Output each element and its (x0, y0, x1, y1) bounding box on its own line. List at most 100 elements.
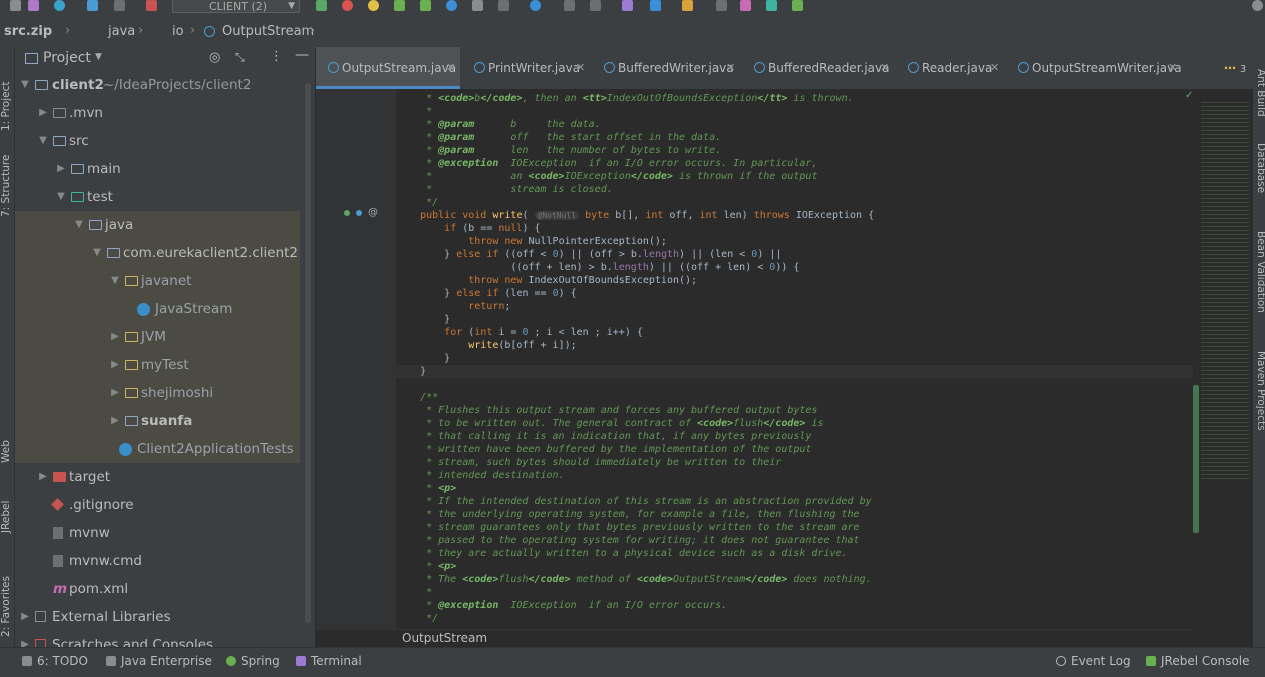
code-line[interactable]: * stream, such bytes should immediately … (396, 456, 781, 469)
tree-item-external-libraries[interactable]: ▶ External Libraries (15, 603, 300, 631)
run-configuration-select[interactable]: CLIENT (2) ▼ (172, 0, 300, 13)
attach-icon[interactable] (472, 0, 483, 11)
tasks-icon[interactable] (716, 0, 727, 11)
editor-minimap[interactable] (1193, 89, 1253, 629)
code-line[interactable]: * @exception IOException if an I/O error… (396, 157, 817, 170)
code-line[interactable]: * stream is closed. (396, 183, 613, 196)
close-icon[interactable]: ✕ (880, 47, 889, 89)
code-line[interactable]: * @exception IOException if an I/O error… (396, 599, 727, 612)
update-icon[interactable] (530, 0, 541, 11)
tool-window-database[interactable]: Database (1253, 143, 1265, 213)
tab-printwriter[interactable]: PrintWriter.java ✕ (462, 47, 590, 89)
code-line[interactable]: for (int i = 0 ; i < len ; i++) { (396, 326, 643, 339)
jrebel-icon[interactable] (792, 0, 803, 11)
tree-item-javastream[interactable]: JavaStream (15, 295, 300, 323)
project-structure-icon[interactable] (650, 0, 661, 11)
annotation-icon[interactable]: @ (368, 207, 378, 218)
code-line[interactable]: * <p> (396, 482, 456, 495)
tree-item-client2[interactable]: ▼ client2 ~/IdeaProjects/client2 (15, 71, 300, 99)
code-line[interactable]: * intended destination. (396, 469, 564, 482)
inspection-ok-icon[interactable]: ✓ (1185, 90, 1193, 101)
database-icon[interactable] (766, 0, 777, 11)
coverage-icon[interactable] (368, 0, 379, 11)
tree-item-test[interactable]: ▼ test (15, 183, 300, 211)
tree-item-mvnw-cmd[interactable]: mvnw.cmd (15, 547, 300, 575)
breadcrumb-src-zip[interactable]: src.zip (4, 24, 52, 39)
tool-window-jrebel[interactable]: JRebel (0, 483, 14, 533)
vcs-push-icon[interactable] (564, 0, 575, 11)
tree-item-suanfa[interactable]: ▶ suanfa (15, 407, 300, 435)
code-line[interactable]: * (396, 586, 432, 599)
tab-reader[interactable]: Reader.java ✕ (896, 47, 1004, 89)
open-icon[interactable] (10, 0, 21, 11)
tool-window-todo[interactable]: 6: TODO (22, 654, 88, 668)
tree-item-gitignore[interactable]: .gitignore (15, 491, 300, 519)
code-line[interactable]: } else if ((off < 0) || (off > b.length)… (396, 248, 781, 261)
code-line[interactable]: * written have been buffered by the impl… (396, 443, 811, 456)
chevron-down-icon[interactable]: ▼ (95, 52, 102, 62)
stop-icon[interactable] (498, 0, 509, 11)
tree-item-mvnw[interactable]: mvnw (15, 519, 300, 547)
tool-window-web[interactable]: Web (0, 423, 14, 463)
tree-item-shejimoshi[interactable]: ▶ shejimoshi (15, 379, 300, 407)
tree-item-src[interactable]: ▼ src (15, 127, 300, 155)
code-line[interactable]: * @param len the number of bytes to writ… (396, 144, 721, 157)
code-line[interactable]: if (b == null) { (396, 222, 540, 235)
debug-icon[interactable] (342, 0, 353, 11)
code-line[interactable]: * <code>b</code>, then an <tt>IndexOutOf… (396, 92, 854, 105)
locate-target-icon[interactable]: ◎ (209, 50, 220, 65)
tool-window-spring[interactable]: Spring (226, 654, 280, 668)
code-line[interactable]: /** (396, 391, 438, 404)
jrebel-debug-icon[interactable] (420, 0, 431, 11)
hide-panel-icon[interactable]: — (295, 47, 309, 63)
tabs-overflow-button[interactable]: ⋯ 3 (1224, 47, 1254, 89)
tree-item-java[interactable]: ▼ java (15, 211, 300, 239)
code-line[interactable]: * the underlying operating system, for e… (396, 508, 860, 521)
tab-bufferedreader[interactable]: BufferedReader.java ✕ (742, 47, 894, 89)
tree-item-jvm[interactable]: ▶ JVM (15, 323, 300, 351)
code-line[interactable]: throw new IndexOutOfBoundsException(); (396, 274, 697, 287)
close-icon[interactable]: ✕ (726, 47, 735, 89)
profile-icon[interactable] (446, 0, 457, 11)
close-icon[interactable]: ✕ (446, 47, 455, 89)
overridden-method-icon[interactable] (356, 210, 362, 216)
project-scrollbar[interactable] (305, 83, 311, 623)
back-icon[interactable] (87, 0, 98, 11)
tool-window-bean-validation[interactable]: Bean Validation (1253, 231, 1265, 341)
code-line[interactable]: * an <code>IOException</code> is thrown … (396, 170, 817, 183)
code-line[interactable]: */ (396, 196, 438, 209)
tree-item-mvn[interactable]: ▶ .mvn (15, 99, 300, 127)
tree-item-package[interactable]: ▼ com.eurekaclient2.client2 (15, 239, 300, 267)
code-line[interactable]: } (396, 352, 450, 365)
code-line[interactable]: * that calling it is an indication that,… (396, 430, 811, 443)
tool-window-ant-build[interactable]: Ant Build (1253, 69, 1265, 129)
code-line[interactable]: * <p> (396, 560, 456, 573)
sync-icon[interactable] (54, 0, 65, 11)
code-line[interactable]: write(b[off + i]); (396, 339, 576, 352)
tab-bufferedwriter[interactable]: BufferedWriter.java ✕ (592, 47, 740, 89)
tool-window-structure[interactable]: 7: Structure (0, 137, 14, 217)
build-hammer-icon[interactable] (146, 0, 157, 11)
code-line[interactable]: } (396, 365, 426, 378)
editor-breadcrumb-class[interactable]: OutputStream (402, 631, 487, 645)
code-line[interactable]: * If the intended destination of this st… (396, 495, 872, 508)
jrebel-run-icon[interactable] (394, 0, 405, 11)
save-icon[interactable] (28, 0, 39, 11)
options-menu-icon[interactable]: ⋮ (270, 49, 283, 64)
code-line[interactable]: public void write( @NotNull byte b[], in… (396, 209, 874, 222)
close-icon[interactable]: ✕ (576, 47, 585, 89)
tree-item-target[interactable]: ▶ target (15, 463, 300, 491)
code-line[interactable]: * @param b the data. (396, 118, 601, 131)
run-icon[interactable] (316, 0, 327, 11)
code-line[interactable]: */ (396, 612, 438, 625)
breadcrumb-io[interactable]: io (172, 24, 184, 39)
collapse-all-icon[interactable]: ⤡ (235, 50, 245, 65)
code-line[interactable]: * stream guarantees only that bytes prev… (396, 521, 860, 534)
sdk-icon[interactable] (682, 0, 693, 11)
code-editor[interactable]: * <code>b</code>, then an <tt>IndexOutOf… (396, 89, 1193, 629)
code-line[interactable]: * Flushes this output stream and forces … (396, 404, 817, 417)
tool-window-terminal[interactable]: Terminal (296, 654, 362, 668)
code-line[interactable]: * @param off the start offset in the dat… (396, 131, 721, 144)
code-line[interactable]: } else if (len == 0) { (396, 287, 577, 300)
tool-window-maven[interactable]: Maven Projects (1253, 351, 1265, 461)
